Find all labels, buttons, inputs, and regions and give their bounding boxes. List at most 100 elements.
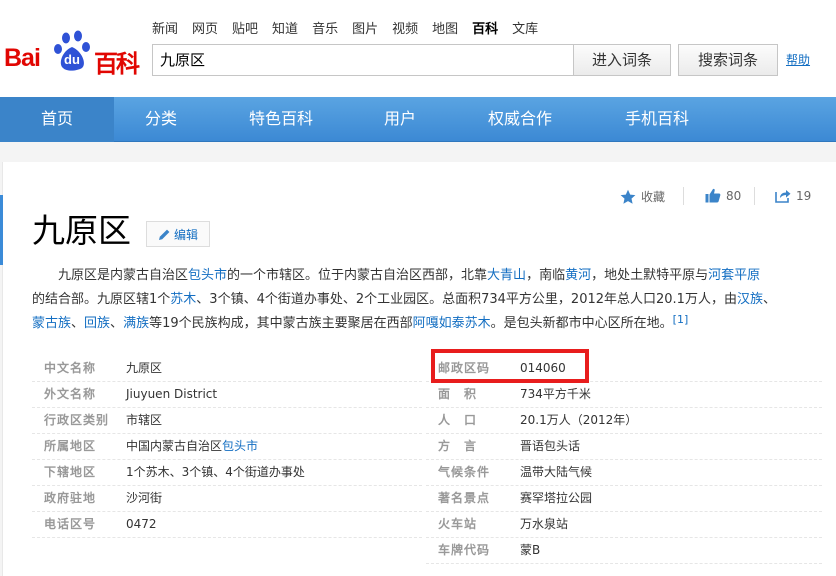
- link-hui[interactable]: 回族: [84, 316, 110, 331]
- info-row: 方 言 晋语包头话: [426, 434, 822, 460]
- info-row: 外文名称 Jiuyuen District: [32, 382, 422, 408]
- info-value: Jiuyuen District: [126, 387, 218, 401]
- top-nav: 新闻 网页 贴吧 知道 音乐 图片 视频 地图 百科 文库: [152, 18, 538, 37]
- info-label: 电话区号: [44, 517, 97, 531]
- like-button[interactable]: 80: [705, 188, 741, 203]
- info-value: 20.1万人（2012年）: [520, 413, 638, 427]
- summary-text: 的结合部。九原区辖1个: [32, 292, 171, 307]
- info-value: 0472: [126, 517, 157, 531]
- info-row: 火车站 万水泉站: [426, 512, 822, 538]
- star-icon: [620, 189, 636, 204]
- highlight-box: [431, 349, 589, 383]
- nav-home[interactable]: 首页: [0, 97, 114, 142]
- summary-text: 、: [71, 316, 85, 331]
- share-button[interactable]: 19: [775, 188, 811, 203]
- nav-mobile[interactable]: 手机百科: [606, 97, 708, 142]
- info-row: 气候条件 温带大陆气候: [426, 460, 822, 486]
- info-value: 中国内蒙古自治区包头市: [126, 434, 258, 458]
- topnav-wenku[interactable]: 文库: [512, 18, 538, 37]
- accent-bar: [0, 195, 3, 265]
- topnav-music[interactable]: 音乐: [312, 18, 338, 37]
- info-row: 著名景点 赛罕塔拉公园: [426, 486, 822, 512]
- topnav-zhidao[interactable]: 知道: [272, 18, 298, 37]
- info-label: 中文名称: [44, 361, 97, 375]
- info-row: 所属地区 中国内蒙古自治区包头市: [32, 434, 422, 460]
- summary-text: 、: [762, 292, 776, 307]
- nav-category[interactable]: 分类: [114, 97, 208, 142]
- share-icon: [775, 190, 791, 203]
- logo-text-du: du: [64, 52, 80, 67]
- collect-button[interactable]: 收藏: [620, 188, 665, 205]
- link-manchu[interactable]: 满族: [123, 316, 149, 331]
- link-baotou-city[interactable]: 包头市: [222, 439, 258, 453]
- collect-label: 收藏: [641, 190, 666, 204]
- summary-text: ，南临: [526, 268, 566, 283]
- link-climate[interactable]: 温带大陆气候: [520, 460, 592, 484]
- link-agarutai[interactable]: 阿嘎如泰苏木: [413, 316, 491, 331]
- help-link[interactable]: 帮助: [786, 51, 810, 68]
- link-huanghe[interactable]: 黄河: [565, 268, 591, 283]
- enter-entry-button[interactable]: 进入词条: [573, 44, 671, 76]
- topnav-web[interactable]: 网页: [192, 18, 218, 37]
- info-label: 下辖地区: [44, 465, 97, 479]
- link-hetao-plain[interactable]: 河套平原: [708, 268, 760, 283]
- search-entry-button[interactable]: 搜索词条: [678, 44, 778, 76]
- reference-link[interactable]: [1]: [673, 313, 689, 326]
- topnav-news[interactable]: 新闻: [152, 18, 178, 37]
- divider: [683, 187, 684, 205]
- info-label: 火车站: [438, 517, 478, 531]
- info-value: 市辖区: [126, 413, 163, 427]
- info-label: 行政区类别: [44, 413, 110, 427]
- summary-text: 的一个市辖区。位于内蒙古自治区西部，北靠: [227, 268, 488, 283]
- link-sumu[interactable]: 苏木: [170, 292, 196, 307]
- info-label: 所属地区: [44, 439, 97, 453]
- nav-featured[interactable]: 特色百科: [226, 97, 336, 142]
- topnav-images[interactable]: 图片: [352, 18, 378, 37]
- nav-partners[interactable]: 权威合作: [470, 97, 570, 142]
- link-han[interactable]: 汉族: [737, 292, 763, 307]
- pencil-icon: [158, 229, 170, 240]
- info-row: 人 口 20.1万人（2012年）: [426, 408, 822, 434]
- thumbs-up-icon: [705, 188, 721, 203]
- topnav-tieba[interactable]: 贴吧: [232, 18, 258, 37]
- link-daqingshan[interactable]: 大青山: [487, 268, 526, 283]
- info-row: 下辖地区 1个苏木、3个镇、4个街道办事处: [32, 460, 422, 486]
- topnav-baike[interactable]: 百科: [472, 18, 498, 37]
- info-label: 外文名称: [44, 387, 97, 401]
- nav-user[interactable]: 用户: [360, 97, 440, 142]
- search-input[interactable]: 九原区: [152, 44, 573, 76]
- info-row: 面 积 734平方千米: [426, 382, 822, 408]
- baidu-baike-logo[interactable]: Bai du 百科: [4, 30, 140, 78]
- info-value: 1个苏木、3个镇、4个街道办事处: [126, 465, 305, 479]
- info-label: 气候条件: [438, 465, 491, 479]
- info-label: 方 言: [438, 439, 478, 453]
- page-title: 九原区: [32, 211, 131, 250]
- info-row: 车牌代码 蒙B: [426, 538, 822, 564]
- info-label: 人 口: [438, 413, 478, 427]
- topnav-video[interactable]: 视频: [392, 18, 418, 37]
- info-label: 车牌代码: [438, 543, 491, 557]
- summary-text: 等19个民族构成，其中蒙古族主要聚居在西部: [149, 316, 413, 331]
- logo-text-baike: 百科: [94, 50, 140, 78]
- link-saihantala-park[interactable]: 赛罕塔拉公园: [520, 486, 592, 510]
- link-mongol[interactable]: 蒙古族: [32, 316, 71, 331]
- page: Bai du 百科 新闻 网页 贴吧 知道 音乐 图片 视频 地图 百科 文库 …: [0, 0, 836, 576]
- like-count: 80: [726, 188, 742, 203]
- info-label: 面 积: [438, 387, 478, 401]
- info-label: 政府驻地: [44, 491, 97, 505]
- info-value: 晋语包头话: [520, 439, 581, 453]
- summary-text: 九原区是内蒙古自治区: [58, 268, 189, 283]
- info-row: 行政区类别 市辖区: [32, 408, 422, 434]
- info-row: 政府驻地 沙河街: [32, 486, 422, 512]
- summary-text: 。是包头新都市中心区所在地。: [490, 316, 673, 331]
- edit-button[interactable]: 编辑: [146, 221, 210, 247]
- link-wanshuiquan-station[interactable]: 万水泉站: [520, 512, 568, 536]
- summary-text: 、3个镇、4个街道办事处、2个工业园区。总面积734平方公里，2012年总人口2…: [196, 292, 737, 307]
- edit-label: 编辑: [173, 227, 198, 242]
- topnav-map[interactable]: 地图: [432, 18, 458, 37]
- link-baotou[interactable]: 包头市: [188, 268, 227, 283]
- link-shahejie[interactable]: 沙河街: [126, 486, 162, 510]
- logo-text-bai: Bai: [4, 44, 41, 72]
- divider: [754, 187, 755, 205]
- info-label: 著名景点: [438, 491, 491, 505]
